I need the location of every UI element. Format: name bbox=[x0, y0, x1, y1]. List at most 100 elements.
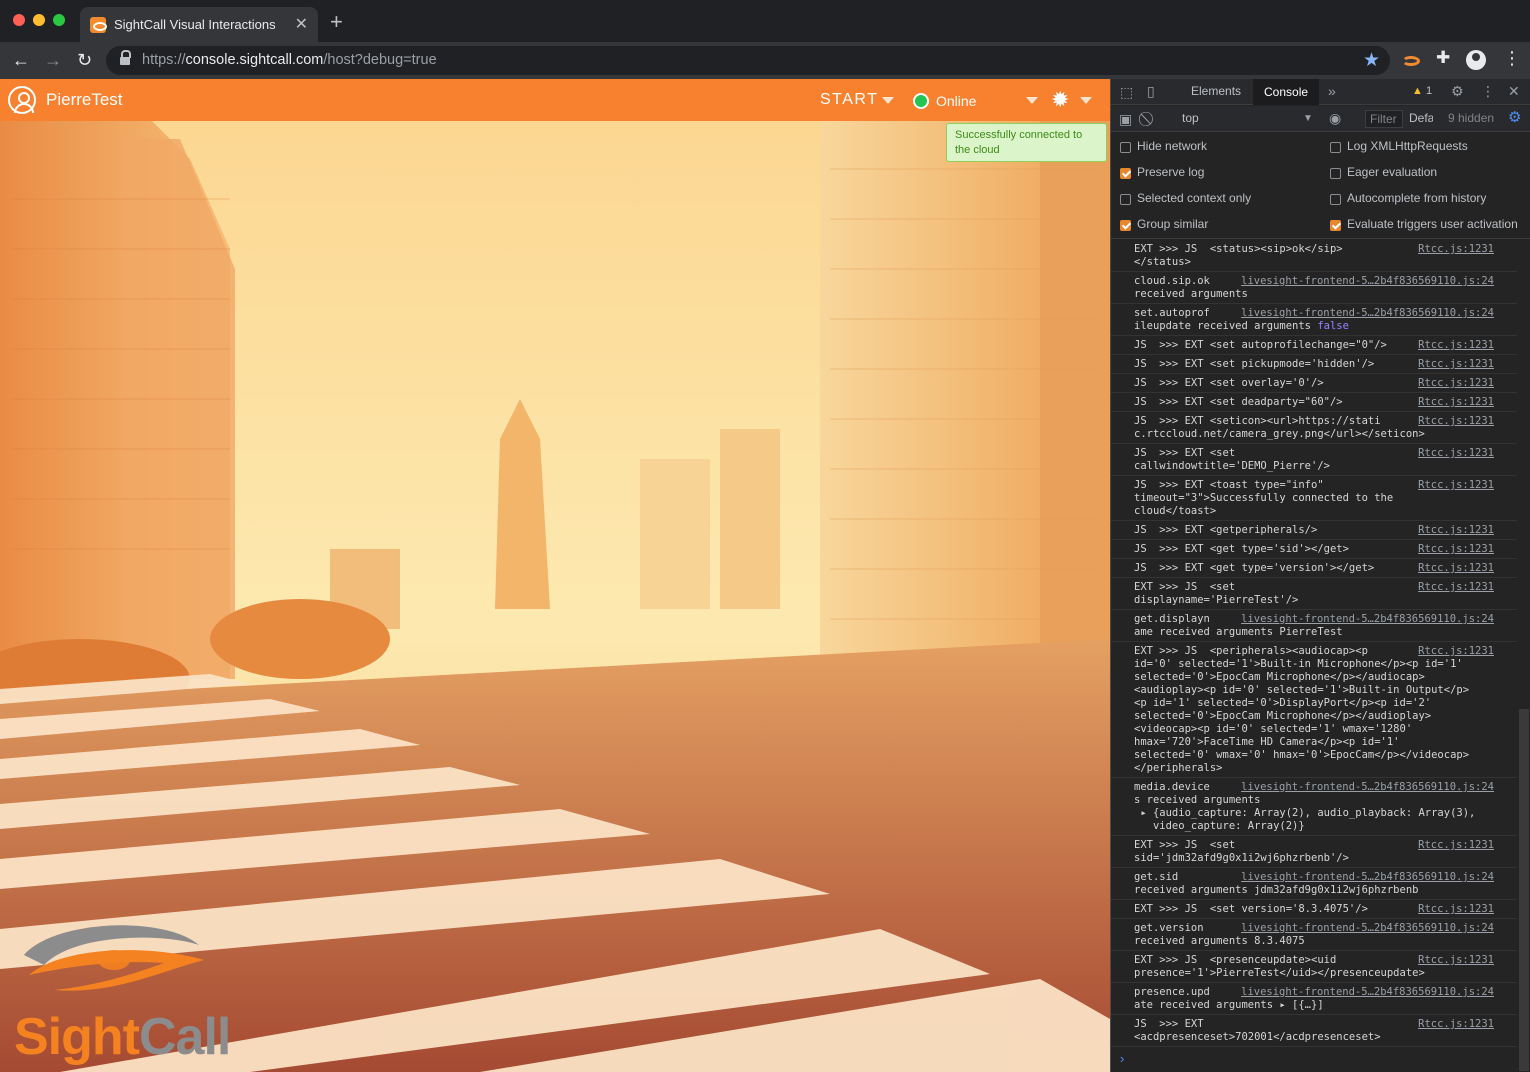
console-message: JS >>> EXT <get type='sid'></get> Rtcc.js… bbox=[1111, 540, 1517, 559]
console-source-link[interactable]: Rtcc.js:1231 bbox=[1418, 447, 1494, 460]
user-avatar-icon[interactable] bbox=[8, 86, 36, 114]
console-message-line: JS >>> EXT <set deadparty="60"/> bbox=[1134, 396, 1343, 408]
console-message-line: selected='0'>EpocCam Microphone</p></aud… bbox=[1134, 671, 1425, 683]
console-source-link[interactable]: livesight-frontend-5…2b4f836569110.js:24 bbox=[1241, 307, 1494, 320]
forward-button[interactable]: → bbox=[44, 50, 62, 70]
settings-dropdown-chevron-icon[interactable] bbox=[1080, 97, 1092, 104]
hide-network-checkbox[interactable] bbox=[1120, 142, 1131, 153]
settings-gear-icon[interactable]: ✹ bbox=[1051, 87, 1069, 113]
warnings-badge[interactable]: ▲ 1 bbox=[1412, 85, 1432, 97]
preserve-log-checkbox[interactable] bbox=[1120, 168, 1131, 179]
minimize-window-button[interactable] bbox=[33, 14, 45, 26]
console-source-link[interactable]: Rtcc.js:1231 bbox=[1418, 839, 1494, 852]
console-source-link[interactable]: Rtcc.js:1231 bbox=[1418, 358, 1494, 371]
selected-context-only-checkbox[interactable] bbox=[1120, 194, 1131, 205]
console-message: JS >>> EXT <set autoprofilechange="0"/> R… bbox=[1111, 336, 1517, 355]
eager-evaluation-checkbox[interactable] bbox=[1330, 168, 1341, 179]
console-settings-gear-icon[interactable]: ⚙ bbox=[1508, 108, 1521, 126]
context-selector[interactable]: top bbox=[1182, 111, 1199, 125]
console-messages[interactable]: EXT >>> JS <status><sip>ok</sip> </statu… bbox=[1111, 240, 1517, 1072]
console-message-line: EXT >>> JS <set version='8.3.4075'/> bbox=[1134, 903, 1368, 915]
console-message: EXT >>> JS <peripherals><audiocap><p id=… bbox=[1111, 642, 1517, 778]
console-message-line: c.rtccloud.net/camera_grey.png</url></se… bbox=[1134, 428, 1425, 440]
console-message-line: JS >>> EXT bbox=[1134, 1018, 1204, 1030]
sightcall-extension-icon[interactable] bbox=[1402, 56, 1420, 66]
console-source-link[interactable]: Rtcc.js:1231 bbox=[1418, 954, 1494, 967]
devtools-settings-icon[interactable]: ⚙ bbox=[1451, 83, 1464, 100]
console-scrollbar[interactable] bbox=[1519, 709, 1529, 1071]
console-source-link[interactable]: Rtcc.js:1231 bbox=[1418, 562, 1494, 575]
log-levels-dropdown[interactable]: Default levels bbox=[1409, 111, 1433, 125]
browser-tab-active[interactable]: SightCall Visual Interactions ✕ bbox=[80, 7, 318, 42]
tab-console[interactable]: Console bbox=[1253, 79, 1320, 105]
live-expression-eye-icon[interactable]: ◉ bbox=[1329, 110, 1341, 127]
device-toolbar-icon[interactable]: ▯ bbox=[1147, 83, 1155, 100]
status-label[interactable]: Online bbox=[936, 93, 976, 109]
autocomplete-from-history-checkbox[interactable] bbox=[1330, 194, 1341, 205]
eager-evaluation-label: Eager evaluation bbox=[1347, 165, 1438, 179]
console-source-link[interactable]: Rtcc.js:1231 bbox=[1418, 543, 1494, 556]
console-source-link[interactable]: Rtcc.js:1231 bbox=[1418, 396, 1494, 409]
reload-button[interactable]: ↻ bbox=[77, 50, 92, 70]
console-message: EXT >>> JS <set sid='jdm32afd9g0x1i2wj6p… bbox=[1111, 836, 1517, 868]
console-source-link[interactable]: Rtcc.js:1231 bbox=[1418, 243, 1494, 256]
warning-icon: ▲ bbox=[1412, 85, 1423, 97]
back-button[interactable]: ← bbox=[12, 50, 30, 70]
console-source-link[interactable]: Rtcc.js:1231 bbox=[1418, 339, 1494, 352]
group-similar-checkbox[interactable] bbox=[1120, 220, 1131, 231]
console-message-line: </peripherals> bbox=[1134, 762, 1223, 774]
console-source-link[interactable]: Rtcc.js:1231 bbox=[1418, 524, 1494, 537]
console-source-link[interactable]: Rtcc.js:1231 bbox=[1418, 581, 1494, 594]
close-tab-icon[interactable]: ✕ bbox=[295, 14, 308, 34]
context-dropdown-icon[interactable]: ▼ bbox=[1303, 113, 1313, 124]
more-tabs-icon[interactable]: » bbox=[1328, 83, 1336, 99]
console-message-line: ate received arguments ▸ [{…}] bbox=[1134, 999, 1324, 1011]
inspect-element-icon[interactable]: ⬚ bbox=[1120, 84, 1133, 101]
devtools-menu-icon[interactable]: ⋮ bbox=[1481, 83, 1495, 100]
new-tab-button[interactable]: + bbox=[330, 11, 343, 33]
sightcall-logo: SightCall bbox=[14, 915, 231, 1066]
url-text[interactable]: https://console.sightcall.com/host?debug… bbox=[142, 52, 437, 68]
evaluate-triggers-checkbox[interactable] bbox=[1330, 220, 1341, 231]
browser-menu-icon[interactable]: ⋮ bbox=[1503, 48, 1521, 69]
console-message-line: media.device bbox=[1134, 781, 1210, 793]
console-source-link[interactable]: Rtcc.js:1231 bbox=[1418, 377, 1494, 390]
close-window-button[interactable] bbox=[13, 14, 25, 26]
start-button[interactable]: START bbox=[820, 91, 878, 109]
console-message-line: get.sid bbox=[1134, 871, 1179, 883]
show-sidebar-icon[interactable]: ▣ bbox=[1119, 111, 1132, 128]
console-message: media.device s received arguments ▸ {aud… bbox=[1111, 778, 1517, 836]
log-xmlhttprequests-label: Log XMLHttpRequests bbox=[1347, 139, 1468, 153]
evaluate-triggers-label: Evaluate triggers user activation bbox=[1347, 217, 1518, 231]
console-source-link[interactable]: livesight-frontend-5…2b4f836569110.js:24 bbox=[1241, 922, 1494, 935]
console-message-line: JS >>> EXT <seticon><url>https://stati bbox=[1134, 415, 1381, 427]
lock-icon[interactable] bbox=[120, 50, 131, 66]
profile-avatar-icon[interactable] bbox=[1466, 50, 1486, 70]
status-dropdown-chevron-icon[interactable] bbox=[1026, 97, 1038, 104]
group-similar-label: Group similar bbox=[1137, 217, 1209, 231]
address-bar[interactable]: https://console.sightcall.com/host?debug… bbox=[106, 46, 1390, 75]
console-source-link[interactable]: Rtcc.js:1231 bbox=[1418, 903, 1494, 916]
console-source-link[interactable]: livesight-frontend-5…2b4f836569110.js:24 bbox=[1241, 275, 1494, 288]
console-message: JS >>> EXT <set pickupmode='hidden'/> Rtc… bbox=[1111, 355, 1517, 374]
tab-elements[interactable]: Elements bbox=[1191, 84, 1241, 98]
console-source-link[interactable]: livesight-frontend-5…2b4f836569110.js:24 bbox=[1241, 781, 1494, 794]
console-source-link[interactable]: Rtcc.js:1231 bbox=[1418, 645, 1494, 658]
bookmark-star-icon[interactable]: ★ bbox=[1363, 49, 1380, 72]
close-devtools-icon[interactable]: ✕ bbox=[1508, 83, 1520, 100]
start-dropdown-chevron-icon[interactable] bbox=[882, 97, 894, 104]
console-source-link[interactable]: livesight-frontend-5…2b4f836569110.js:24 bbox=[1241, 986, 1494, 999]
extensions-puzzle-icon[interactable]: ✚ bbox=[1436, 48, 1450, 68]
devtools-panel: ⬚ ▯ Elements Console » ▲ 1 ⚙ ⋮ ✕ ▣ ⃠ top… bbox=[1110, 79, 1530, 1072]
console-source-link[interactable]: Rtcc.js:1231 bbox=[1418, 1018, 1494, 1031]
console-filter-input[interactable]: Filter bbox=[1365, 110, 1403, 128]
console-source-link[interactable]: livesight-frontend-5…2b4f836569110.js:24 bbox=[1241, 871, 1494, 884]
console-message-line: selected='0'>EpocCam Microphone</p></aud… bbox=[1134, 710, 1432, 722]
console-source-link[interactable]: Rtcc.js:1231 bbox=[1418, 479, 1494, 492]
log-xmlhttprequests-checkbox[interactable] bbox=[1330, 142, 1341, 153]
console-source-link[interactable]: Rtcc.js:1231 bbox=[1418, 415, 1494, 428]
console-prompt-icon[interactable]: › bbox=[1120, 1051, 1124, 1066]
zoom-window-button[interactable] bbox=[53, 14, 65, 26]
console-source-link[interactable]: livesight-frontend-5…2b4f836569110.js:24 bbox=[1241, 613, 1494, 626]
console-message: JS >>> EXT <get type='version'></get> Rtc… bbox=[1111, 559, 1517, 578]
